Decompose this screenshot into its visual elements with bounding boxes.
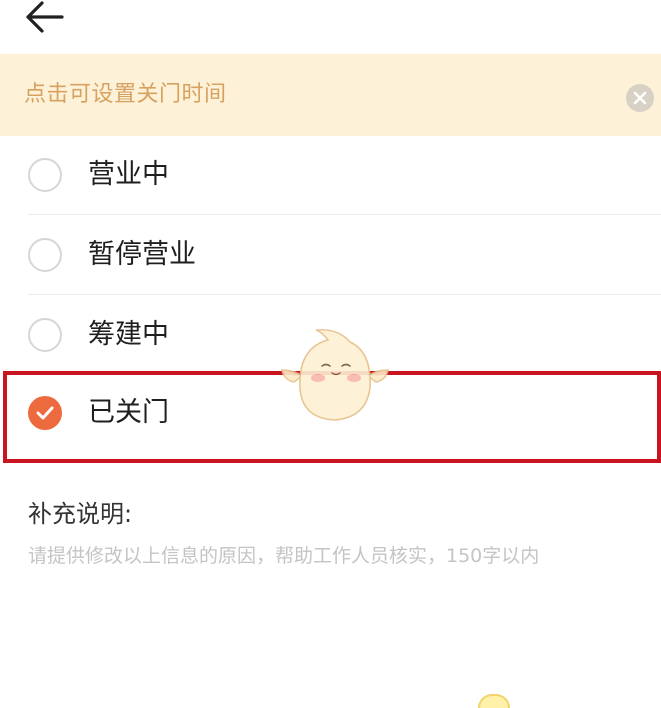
back-button[interactable] (22, 0, 82, 46)
option-label: 筹建中 (88, 319, 169, 350)
option-paused[interactable]: 暂停营业 (0, 216, 661, 294)
checkmark-icon (36, 406, 54, 420)
checked-radio-icon (28, 396, 62, 430)
note-textarea[interactable] (28, 542, 638, 662)
option-label: 暂停营业 (88, 239, 196, 270)
divider (28, 294, 661, 295)
option-open[interactable]: 营业中 (0, 136, 661, 214)
close-icon (633, 91, 647, 105)
option-label: 已关门 (88, 397, 169, 428)
top-bar (0, 0, 661, 52)
notice-text: 点击可设置关门时间 (24, 82, 227, 107)
note-title: 补充说明: (28, 500, 133, 528)
radio-icon (28, 318, 62, 352)
radio-icon (28, 158, 62, 192)
notice-banner[interactable]: 点击可设置关门时间 (0, 54, 661, 136)
option-label: 营业中 (88, 159, 169, 190)
divider (28, 214, 661, 215)
arrow-left-icon (26, 1, 64, 33)
mascot-corner-icon (478, 694, 510, 708)
radio-icon (28, 238, 62, 272)
close-notice-button[interactable] (626, 84, 654, 112)
option-closed[interactable]: 已关门 (0, 374, 661, 452)
option-preparing[interactable]: 筹建中 (0, 296, 661, 374)
